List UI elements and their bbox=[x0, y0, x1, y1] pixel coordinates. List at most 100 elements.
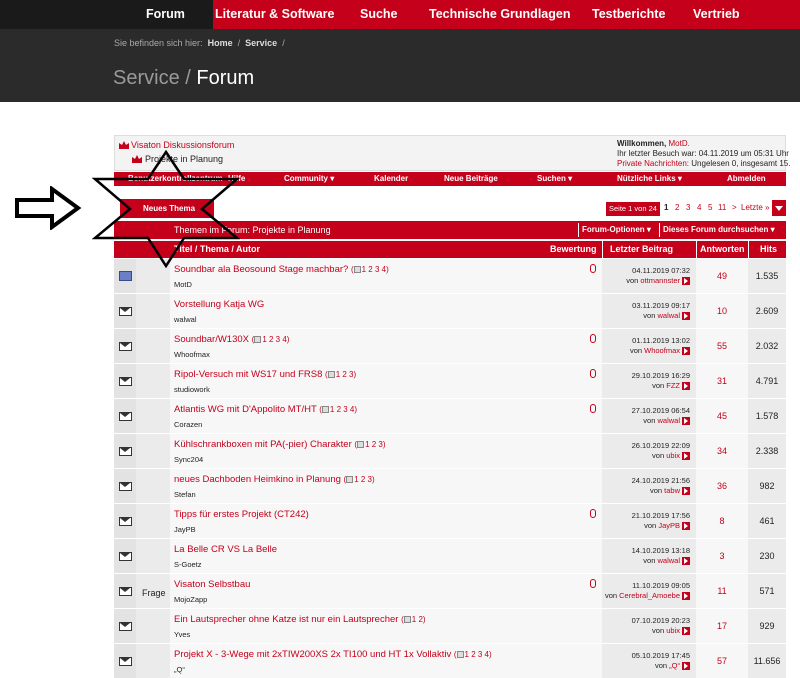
thread-author[interactable]: S-Goetz bbox=[174, 560, 202, 569]
go-to-last-post-icon[interactable] bbox=[682, 487, 690, 496]
thread-replies[interactable]: 57 bbox=[696, 644, 748, 678]
col-last-post[interactable]: Letzter Beitrag bbox=[610, 244, 673, 254]
subnav-community[interactable]: Community ▾ bbox=[284, 174, 334, 183]
last-post-user-link[interactable]: Cerebral_Amoebe bbox=[619, 591, 680, 600]
last-post-user-link[interactable]: walwal bbox=[657, 556, 680, 565]
thread-author[interactable]: Sync204 bbox=[174, 455, 203, 464]
last-post-user-link[interactable]: JayPB bbox=[658, 521, 680, 530]
pager-page[interactable]: 2 bbox=[675, 203, 679, 212]
thread-author[interactable]: Stefan bbox=[174, 490, 196, 499]
pager-page[interactable]: 11 bbox=[718, 203, 726, 212]
thread-title-link[interactable]: Kühlschrankboxen mit PA(-pier) Charakter bbox=[174, 439, 352, 450]
go-to-last-post-icon[interactable] bbox=[682, 662, 690, 671]
col-views[interactable]: Hits bbox=[760, 244, 777, 254]
forum-name-link[interactable]: Visaton Diskussionsforum bbox=[131, 140, 234, 150]
last-post-user-link[interactable]: walwal bbox=[657, 311, 680, 320]
go-to-last-post-icon[interactable] bbox=[682, 592, 690, 601]
col-replies[interactable]: Antworten bbox=[700, 244, 745, 254]
thread-envelope-icon[interactable] bbox=[119, 482, 132, 491]
last-post-user-link[interactable]: FZZ bbox=[666, 381, 680, 390]
subnav-new-posts[interactable]: Neue Beiträge bbox=[444, 174, 498, 183]
last-post-user-link[interactable]: walwal bbox=[657, 416, 680, 425]
go-to-last-post-icon[interactable] bbox=[682, 557, 690, 566]
thread-author[interactable]: Whoofmax bbox=[174, 350, 210, 359]
thread-title-link[interactable]: Ripol-Versuch mit WS17 und FRS8 bbox=[174, 369, 322, 380]
thread-replies[interactable]: 10 bbox=[696, 294, 748, 328]
last-post-user-link[interactable]: ottmannster bbox=[640, 276, 680, 285]
nav-item-suche[interactable]: Suche bbox=[360, 7, 398, 21]
thread-page-links[interactable]: 1 2 3 4 bbox=[465, 650, 489, 659]
thread-replies[interactable]: 34 bbox=[696, 434, 748, 468]
last-post-user-link[interactable]: Whoofmax bbox=[644, 346, 680, 355]
last-post-user-link[interactable]: ubix bbox=[666, 451, 680, 460]
thread-title-link[interactable]: Vorstellung Katja WG bbox=[174, 299, 264, 310]
go-to-last-post-icon[interactable] bbox=[682, 452, 690, 461]
thread-page-links[interactable]: 1 2 bbox=[412, 615, 423, 624]
subnav-useful-links[interactable]: Nützliche Links ▾ bbox=[617, 174, 682, 183]
thread-author[interactable]: walwal bbox=[174, 315, 197, 324]
thread-author[interactable]: JayPB bbox=[174, 525, 196, 534]
thread-author[interactable]: studiowork bbox=[174, 385, 210, 394]
forum-options-button[interactable]: Forum-Optionen ▾ bbox=[578, 223, 654, 237]
thread-envelope-icon[interactable] bbox=[119, 587, 132, 596]
thread-envelope-icon[interactable] bbox=[119, 377, 132, 386]
thread-author[interactable]: MojoZapp bbox=[174, 595, 207, 604]
forum-search-button[interactable]: Dieses Forum durchsuchen ▾ bbox=[659, 223, 778, 237]
thread-title-link[interactable]: La Belle CR VS La Belle bbox=[174, 544, 277, 555]
thread-envelope-icon[interactable] bbox=[119, 447, 132, 456]
thread-page-links[interactable]: 1 2 3 bbox=[336, 370, 354, 379]
thread-envelope-icon[interactable] bbox=[119, 657, 132, 666]
go-to-last-post-icon[interactable] bbox=[682, 312, 690, 321]
thread-title-link[interactable]: Atlantis WG mit D'Appolito MT/HT bbox=[174, 404, 317, 415]
thread-envelope-icon[interactable] bbox=[119, 552, 132, 561]
nav-item-literatur-software[interactable]: Literatur & Software bbox=[215, 7, 334, 21]
thread-page-links[interactable]: 1 2 3 4 bbox=[362, 265, 386, 274]
thread-page-links[interactable]: 1 2 3 4 bbox=[262, 335, 286, 344]
thread-author[interactable]: MotD bbox=[174, 280, 192, 289]
pager-page[interactable]: 4 bbox=[697, 203, 701, 212]
go-to-last-post-icon[interactable] bbox=[682, 382, 690, 391]
thread-replies[interactable]: 45 bbox=[696, 399, 748, 433]
last-post-user-link[interactable]: ubix bbox=[666, 626, 680, 635]
go-to-last-post-icon[interactable] bbox=[682, 417, 690, 426]
go-to-last-post-icon[interactable] bbox=[682, 522, 690, 531]
subnav-search[interactable]: Suchen ▾ bbox=[537, 174, 572, 183]
thread-replies[interactable]: 17 bbox=[696, 609, 748, 643]
go-to-last-post-icon[interactable] bbox=[682, 277, 690, 286]
last-post-user-link[interactable]: „Q“ bbox=[669, 661, 680, 670]
thread-envelope-icon[interactable] bbox=[119, 412, 132, 421]
nav-item-technische-grundlagen[interactable]: Technische Grundlagen bbox=[429, 7, 570, 21]
thread-replies[interactable]: 55 bbox=[696, 329, 748, 363]
thread-author[interactable]: „Q“ bbox=[174, 665, 185, 674]
breadcrumb-home[interactable]: Home bbox=[208, 38, 233, 48]
go-to-last-post-icon[interactable] bbox=[682, 347, 690, 356]
thread-title-link[interactable]: Ein Lautsprecher ohne Katze ist nur ein … bbox=[174, 614, 398, 625]
thread-envelope-icon[interactable] bbox=[119, 622, 132, 631]
thread-envelope-icon[interactable] bbox=[119, 517, 132, 526]
thread-title-link[interactable]: Tipps für erstes Projekt (CT242) bbox=[174, 509, 309, 520]
thread-page-links[interactable]: 1 2 3 bbox=[354, 475, 372, 484]
thread-envelope-icon[interactable] bbox=[119, 342, 132, 351]
thread-new-posts-icon[interactable] bbox=[119, 271, 132, 281]
thread-replies[interactable]: 31 bbox=[696, 364, 748, 398]
thread-replies[interactable]: 8 bbox=[696, 504, 748, 538]
thread-title-link[interactable]: Visaton Selbstbau bbox=[174, 579, 250, 590]
thread-replies[interactable]: 49 bbox=[696, 259, 748, 293]
pager-page[interactable]: 5 bbox=[708, 203, 712, 212]
thread-envelope-icon[interactable] bbox=[119, 307, 132, 316]
welcome-user-link[interactable]: MotD. bbox=[669, 139, 690, 148]
nav-item-forum[interactable]: Forum bbox=[146, 7, 185, 21]
thread-title-link[interactable]: Soundbar/W130X bbox=[174, 334, 249, 345]
thread-replies[interactable]: 11 bbox=[696, 574, 748, 608]
go-to-last-post-icon[interactable] bbox=[682, 627, 690, 636]
subnav-calendar[interactable]: Kalender bbox=[374, 174, 408, 183]
nav-item-vertrieb[interactable]: Vertrieb bbox=[693, 7, 740, 21]
thread-replies[interactable]: 3 bbox=[696, 539, 748, 573]
pager-last[interactable]: Letzte » bbox=[741, 203, 769, 212]
col-rating[interactable]: Bewertung bbox=[550, 244, 597, 254]
subnav-logout[interactable]: Abmelden bbox=[727, 174, 766, 183]
thread-title-link[interactable]: neues Dachboden Heimkino in Planung bbox=[174, 474, 341, 485]
private-messages-link[interactable]: Private Nachrichten: bbox=[617, 159, 689, 168]
thread-page-links[interactable]: 1 2 3 bbox=[365, 440, 383, 449]
pager-page[interactable]: 3 bbox=[686, 203, 690, 212]
